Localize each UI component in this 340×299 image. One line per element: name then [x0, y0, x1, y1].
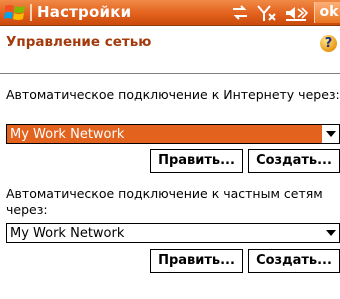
window-title: Настройки: [37, 3, 132, 21]
internet-network-dropdown[interactable]: My Work Network: [6, 124, 340, 144]
page-title: Управление сетью: [6, 34, 152, 50]
title-separator: [30, 4, 32, 21]
chevron-down-icon: [326, 131, 336, 137]
private-network-dropdown[interactable]: My Work Network: [6, 223, 340, 243]
internet-edit-button[interactable]: Править...: [150, 149, 243, 173]
internet-network-value: My Work Network: [10, 127, 125, 142]
signal-off-icon[interactable]: [256, 4, 278, 22]
private-edit-button[interactable]: Править...: [150, 249, 243, 273]
ok-button[interactable]: ok: [314, 2, 340, 23]
private-network-value: My Work Network: [10, 226, 125, 241]
chevron-down-icon: [326, 230, 336, 236]
windows-start-icon[interactable]: [4, 3, 26, 22]
internet-connection-label: Автоматическое подключение к Интернету ч…: [6, 87, 340, 102]
page-header: Управление сетью ?: [0, 26, 340, 59]
volume-icon[interactable]: [284, 4, 308, 22]
title-bar: Настройки ok: [0, 0, 340, 26]
internet-create-button[interactable]: Создать...: [248, 149, 340, 173]
header-divider: [0, 73, 340, 74]
private-connection-label: Автоматическое подключение к частным сет…: [6, 186, 323, 217]
connectivity-icon[interactable]: [230, 4, 250, 22]
private-create-button[interactable]: Создать...: [248, 249, 340, 273]
help-icon[interactable]: ?: [320, 35, 337, 52]
